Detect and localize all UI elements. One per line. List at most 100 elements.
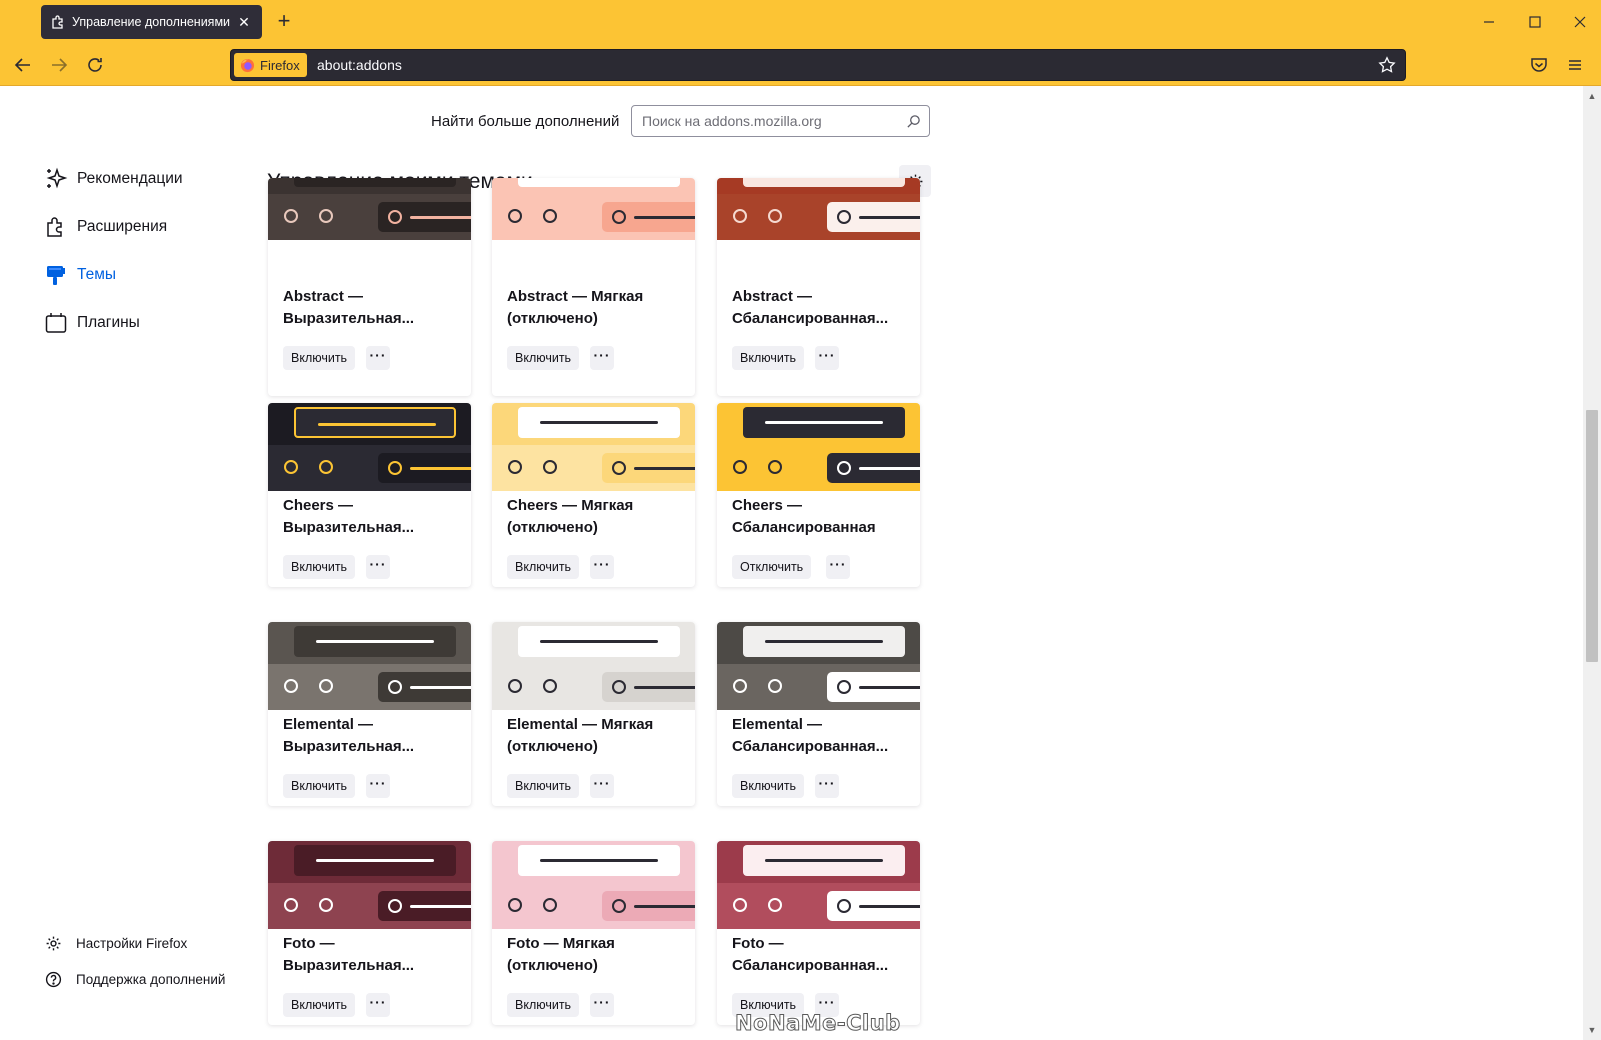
- sidebar-item-label: Расширения: [77, 218, 168, 235]
- theme-toggle-button[interactable]: Включить: [732, 346, 805, 370]
- theme-toggle-button[interactable]: Включить: [283, 774, 356, 798]
- search-input[interactable]: [632, 106, 902, 136]
- theme-card[interactable]: Cheers — Сбалансированная Отключить ···: [717, 403, 920, 587]
- theme-name: Foto — Сбалансированная...: [732, 935, 889, 974]
- brush-icon: [47, 266, 65, 285]
- more-options-button[interactable]: ···: [366, 993, 390, 1017]
- identity-box[interactable]: Firefox: [234, 53, 307, 77]
- addons-page: Найти больше дополнений Рекомендации Рас…: [0, 87, 1583, 1040]
- theme-name: Cheers — Сбалансированная: [732, 497, 876, 536]
- tab-title: Управление дополнениями: [72, 15, 231, 29]
- more-options-button[interactable]: ···: [590, 346, 614, 370]
- tab-addons[interactable]: Управление дополнениями ✕: [41, 5, 262, 39]
- theme-toggle-button[interactable]: Включить: [283, 346, 356, 370]
- firefox-settings-label: Настройки Firefox: [76, 936, 188, 951]
- theme-toggle-button[interactable]: Отключить: [732, 555, 812, 579]
- theme-preview: [492, 841, 695, 929]
- watermark: NoNaMe-Club: [735, 1011, 901, 1036]
- maximize-icon[interactable]: [1525, 12, 1545, 32]
- firefox-logo-icon: [240, 58, 255, 72]
- theme-card[interactable]: Abstract — Сбалансированная... Включить ··…: [717, 178, 920, 396]
- more-options-button[interactable]: ···: [366, 774, 390, 798]
- more-options-button[interactable]: ···: [826, 555, 850, 579]
- sidebar-item-recommendations[interactable]: Рекомендации: [44, 167, 183, 191]
- more-options-button[interactable]: ···: [590, 774, 614, 798]
- theme-preview: [492, 403, 695, 491]
- theme-name: Cheers — Выразительная...: [283, 497, 415, 536]
- puzzle-icon: [52, 15, 63, 29]
- sparkle-icon: [46, 167, 68, 189]
- theme-preview: [717, 178, 920, 240]
- search-label: Найти больше дополнений: [431, 113, 620, 130]
- identity-label: Firefox: [260, 57, 300, 73]
- sidebar-item-label: Темы: [77, 266, 117, 283]
- title-bar: Управление дополнениями ✕ +: [0, 0, 1601, 44]
- theme-preview: [268, 403, 471, 491]
- theme-card[interactable]: Elemental — Выразительная... Включить ···: [268, 622, 471, 806]
- theme-preview: [717, 403, 920, 491]
- theme-card[interactable]: Cheers — Выразительная... Включить ···: [268, 403, 471, 587]
- theme-card[interactable]: Cheers — Мягкая (отключено) Включить ···: [492, 403, 695, 587]
- sidebar-item-themes[interactable]: Темы: [44, 263, 116, 287]
- theme-preview: [268, 841, 471, 929]
- sidebar-item-label: Рекомендации: [77, 170, 183, 187]
- theme-name: Elemental — Мягкая (отключено): [507, 716, 654, 755]
- theme-name: Elemental — Сбалансированная...: [732, 716, 889, 755]
- more-options-button[interactable]: ···: [815, 774, 839, 798]
- sidebar-item-extensions[interactable]: Расширения: [44, 215, 167, 239]
- bookmark-star-icon[interactable]: [1378, 56, 1396, 74]
- theme-card[interactable]: Abstract — Мягкая (отключено) Включить ···: [492, 178, 695, 396]
- forward-icon[interactable]: [48, 54, 70, 76]
- theme-preview: [492, 178, 695, 240]
- plugin-icon: [45, 313, 67, 333]
- url-bar[interactable]: Firefox about:addons: [230, 49, 1406, 81]
- pocket-icon[interactable]: [1529, 55, 1549, 75]
- theme-toggle-button[interactable]: Включить: [507, 555, 580, 579]
- theme-card[interactable]: Elemental — Мягкая (отключено) Включить ··…: [492, 622, 695, 806]
- help-icon: [45, 971, 62, 988]
- hamburger-menu-icon[interactable]: [1565, 55, 1585, 75]
- minimize-icon[interactable]: [1479, 12, 1499, 32]
- theme-card[interactable]: Elemental — Сбалансированная... Включить ·…: [717, 622, 920, 806]
- theme-toggle-button[interactable]: Включить: [283, 993, 356, 1017]
- new-tab-button[interactable]: +: [274, 10, 294, 32]
- url-text[interactable]: about:addons: [317, 57, 402, 73]
- theme-toggle-button[interactable]: Включить: [507, 346, 580, 370]
- theme-toggle-button[interactable]: Включить: [732, 774, 805, 798]
- more-options-button[interactable]: ···: [815, 346, 839, 370]
- more-options-button[interactable]: ···: [366, 346, 390, 370]
- addons-support-link[interactable]: Поддержка дополнений: [45, 971, 225, 988]
- reload-icon[interactable]: [84, 54, 106, 76]
- theme-preview: [717, 622, 920, 710]
- theme-card[interactable]: Abstract — Выразительная... Включить ···: [268, 178, 471, 396]
- scrollbar-thumb[interactable]: [1586, 410, 1598, 662]
- search-box[interactable]: [631, 105, 930, 137]
- close-window-icon[interactable]: [1570, 12, 1590, 32]
- theme-toggle-button[interactable]: Включить: [507, 993, 580, 1017]
- gear-icon: [46, 936, 61, 951]
- theme-preview: [717, 841, 920, 929]
- search-icon[interactable]: [906, 114, 921, 129]
- close-tab-icon[interactable]: ✕: [236, 14, 252, 30]
- more-options-button[interactable]: ···: [590, 555, 614, 579]
- scroll-down-icon[interactable]: ▼: [1583, 1022, 1601, 1038]
- theme-card[interactable]: Foto — Мягкая (отключено) Включить ···: [492, 841, 695, 1025]
- theme-card[interactable]: Foto — Выразительная... Включить ···: [268, 841, 471, 1025]
- navigation-toolbar: Firefox about:addons: [0, 44, 1601, 86]
- theme-name: Abstract — Выразительная...: [283, 288, 415, 327]
- sidebar-item-plugins[interactable]: Плагины: [44, 311, 140, 335]
- more-options-button[interactable]: ···: [366, 555, 390, 579]
- puzzle-icon: [47, 217, 62, 237]
- scrollbar[interactable]: ▲ ▼: [1583, 86, 1601, 1040]
- sidebar-item-label: Плагины: [77, 314, 140, 331]
- theme-card[interactable]: Foto — Сбалансированная... Включить ···: [717, 841, 920, 1025]
- theme-name: Foto — Выразительная...: [283, 935, 415, 974]
- theme-name: Abstract — Мягкая (отключено): [507, 288, 644, 327]
- scroll-up-icon[interactable]: ▲: [1583, 88, 1601, 104]
- more-options-button[interactable]: ···: [590, 993, 614, 1017]
- firefox-settings-link[interactable]: Настройки Firefox: [45, 935, 187, 952]
- back-icon[interactable]: [12, 54, 34, 76]
- theme-preview: [268, 178, 471, 240]
- theme-toggle-button[interactable]: Включить: [507, 774, 580, 798]
- theme-toggle-button[interactable]: Включить: [283, 555, 356, 579]
